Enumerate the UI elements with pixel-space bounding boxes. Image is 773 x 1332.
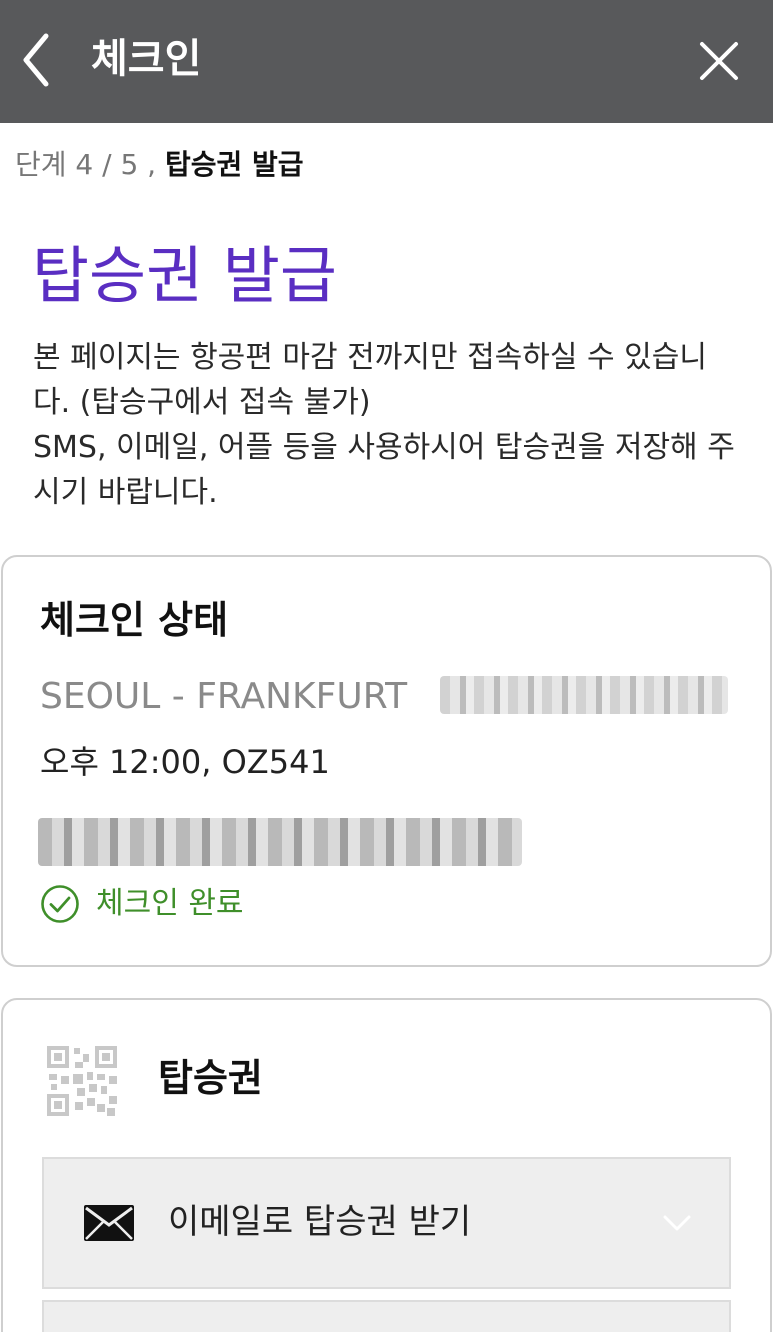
close-icon bbox=[700, 42, 738, 80]
step-prefix: 단계 4 / 5 , bbox=[15, 148, 157, 181]
chevron-down-icon bbox=[663, 1215, 691, 1231]
chevron-left-icon bbox=[23, 33, 49, 87]
notice-text: 본 페이지는 항공편 마감 전까지만 접속하실 수 있습니다. (탑승구에서 접… bbox=[33, 335, 743, 515]
next-boarding-pass-option[interactable] bbox=[42, 1300, 731, 1332]
page-header-title: 체크인 bbox=[91, 36, 202, 82]
checkin-status-row: 체크인 완료 bbox=[40, 882, 244, 926]
notice-line-2: SMS, 이메일, 어플 등을 사용하시어 탑승권을 저장해 주시기 바랍니다. bbox=[33, 430, 735, 510]
step-current: 탑승권 발급 bbox=[165, 148, 304, 181]
boarding-pass-heading: 탑승권 bbox=[158, 1056, 263, 1100]
email-boarding-pass-option[interactable]: 이메일로 탑승권 받기 bbox=[42, 1157, 731, 1289]
back-button[interactable] bbox=[14, 30, 66, 90]
check-circle-icon bbox=[41, 885, 79, 923]
close-button[interactable] bbox=[690, 32, 748, 90]
flight-info: 오후 12:00, OZ541 bbox=[40, 743, 330, 781]
checkin-status-text: 체크인 완료 bbox=[96, 886, 244, 921]
qr-code-icon bbox=[47, 1046, 117, 1116]
step-indicator: 단계 4 / 5 , 탑승권 발급 bbox=[15, 145, 304, 185]
route-text: SEOUL - FRANKFURT bbox=[40, 676, 408, 717]
checkin-status-heading: 체크인 상태 bbox=[40, 598, 229, 642]
envelope-icon bbox=[84, 1205, 134, 1241]
redacted-date bbox=[440, 676, 728, 714]
notice-line-1: 본 페이지는 항공편 마감 전까지만 접속하실 수 있습니다. (탑승구에서 접… bbox=[33, 340, 707, 420]
email-option-label: 이메일로 탑승권 받기 bbox=[168, 1202, 472, 1242]
redacted-passenger-name bbox=[38, 818, 522, 866]
page-title: 탑승권 발급 bbox=[32, 239, 337, 312]
top-bar: 체크인 bbox=[0, 0, 773, 123]
